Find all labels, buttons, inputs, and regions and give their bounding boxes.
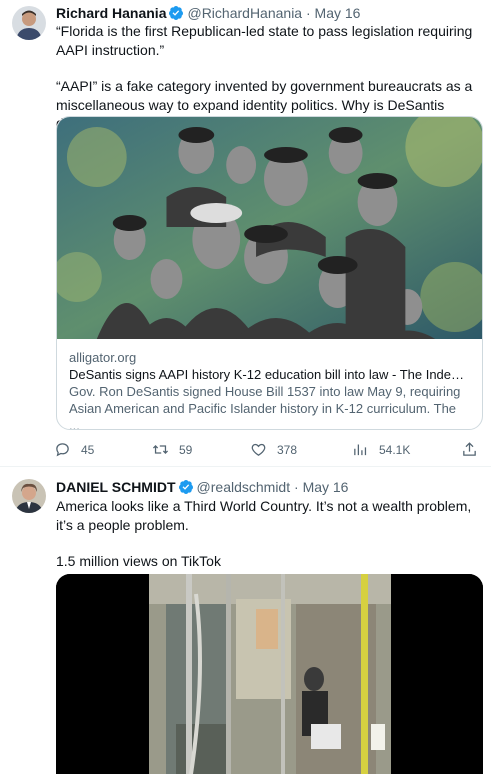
author-avatar[interactable] [12,479,46,513]
card-description: Gov. Ron DeSantis signed House Bill 1537… [69,384,461,430]
tweet-text-main: America looks like a Third World Country… [56,498,472,533]
reply-icon [56,443,69,457]
tweet[interactable]: Richard Hanania @RichardHanania · May 16 … [0,0,491,466]
card-text: alligator.org DeSantis signs AAPI histor… [57,339,482,430]
card-image [57,117,482,339]
separator: · [294,479,299,495]
video-player[interactable] [56,574,483,774]
author-handle[interactable]: @realdschmidt [197,479,291,495]
retweet-icon [152,445,169,454]
author-name[interactable]: Richard Hanania [56,5,166,21]
tweet-text-views: 1.5 million views on TikTok [56,553,221,569]
verified-badge-icon [168,5,184,21]
author-handle[interactable]: @RichardHanania [187,5,302,21]
tweet-date[interactable]: May 16 [315,5,361,21]
tweet-actions: 45 59 378 54.1K [54,441,478,461]
reply-count: 45 [81,442,95,457]
like-count: 378 [277,442,298,457]
tweet-header: DANIEL SCHMIDT @realdschmidt · May 16 [56,478,348,496]
card-title: DeSantis signs AAPI history K-12 educati… [69,367,470,382]
separator: · [305,5,311,21]
link-card[interactable]: alligator.org DeSantis signs AAPI histor… [56,116,483,430]
reply-button[interactable]: 45 [54,441,94,458]
retweet-button[interactable]: 59 [152,441,192,458]
views-count: 54.1K [379,442,411,457]
author-name[interactable]: DANIEL SCHMIDT [56,479,176,495]
share-button[interactable] [461,441,478,458]
views-button[interactable]: 54.1K [352,441,410,458]
tweet-text-quote: “Florida is the first Republican-led sta… [56,23,473,58]
retweet-count: 59 [179,442,193,457]
like-icon [251,443,266,456]
verified-badge-icon [178,479,194,495]
card-domain: alligator.org [69,350,137,365]
video-frame [56,574,483,774]
views-icon [354,444,367,456]
tweet[interactable]: DANIEL SCHMIDT @realdschmidt · May 16 Ame… [0,467,491,774]
share-icon [463,442,476,456]
tweet-text: America looks like a Third World Country… [56,497,479,571]
tweet-header: Richard Hanania @RichardHanania · May 16 [56,4,360,22]
author-avatar[interactable] [12,6,46,40]
tweet-date[interactable]: May 16 [303,479,349,495]
like-button[interactable]: 378 [250,441,297,458]
